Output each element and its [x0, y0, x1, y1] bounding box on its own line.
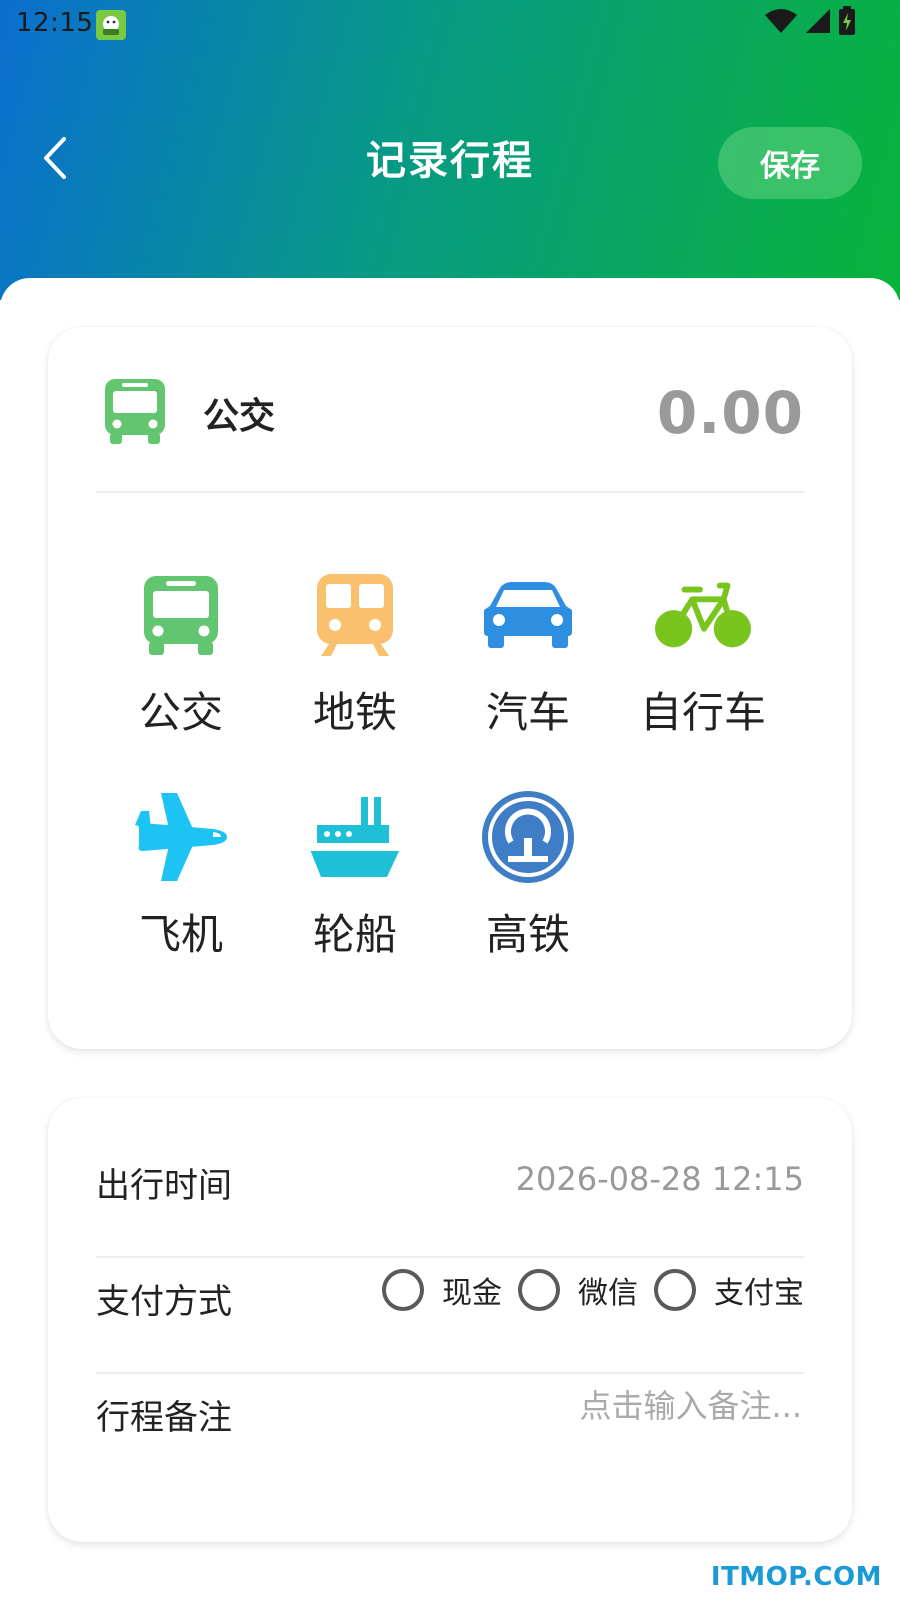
details-card: 出行时间 2026-08-28 12:15 支付方式 现金 微信 支付宝 行程备… [48, 1098, 852, 1542]
status-bar: 12:15 [0, 0, 900, 48]
payment-option-label: 微信 [578, 1276, 638, 1311]
payment-option-label: 现金 [442, 1276, 502, 1311]
note-row: 行程备注 [96, 1354, 804, 1470]
mode-label: 飞机 [138, 910, 223, 959]
mode-label: 自行车 [639, 688, 766, 737]
mode-label: 轮船 [312, 910, 397, 959]
selected-mode-label: 公交 [203, 396, 276, 437]
travel-time-value[interactable]: 2026-08-28 12:15 [516, 1160, 804, 1198]
mode-subway[interactable]: 地铁 [275, 567, 435, 757]
mode-bus[interactable]: 公交 [101, 567, 261, 757]
payment-options: 现金 微信 支付宝 [366, 1268, 804, 1312]
mode-airplane[interactable]: 飞机 [101, 789, 261, 979]
mode-high-speed-rail[interactable]: 高铁 [448, 789, 608, 979]
mode-car[interactable]: 汽车 [448, 567, 608, 757]
payment-option-cash[interactable]: 现金 [382, 1268, 502, 1312]
header: 12:15 记录行程 保存 [0, 0, 900, 300]
ship-icon [307, 789, 403, 885]
mode-label: 公交 [138, 688, 223, 737]
radio-button[interactable] [382, 1269, 424, 1311]
battery-icon [838, 6, 856, 40]
bicycle-icon [655, 567, 751, 663]
payment-row: 支付方式 现金 微信 支付宝 [96, 1238, 804, 1354]
mode-ship[interactable]: 轮船 [275, 789, 435, 979]
payment-option-wechat[interactable]: 微信 [518, 1268, 638, 1312]
bus-icon [133, 567, 229, 663]
wifi-icon [764, 7, 798, 39]
note-input[interactable] [440, 1386, 804, 1426]
car-icon [480, 567, 576, 663]
note-label: 行程备注 [96, 1398, 232, 1438]
app-notification-icon [96, 10, 126, 40]
subway-icon [307, 567, 403, 663]
radio-button[interactable] [654, 1269, 696, 1311]
radio-button[interactable] [518, 1269, 560, 1311]
status-icons [764, 6, 856, 40]
travel-time-label: 出行时间 [96, 1166, 232, 1206]
mode-label: 高铁 [485, 910, 570, 959]
status-time: 12:15 [16, 8, 94, 38]
transport-card: 公交 0.00 公交 地铁 汽车 自行车 飞机 轮船 高铁 [48, 327, 852, 1049]
high-speed-rail-icon [480, 789, 576, 885]
amount-display[interactable]: 0.00 [657, 379, 804, 447]
divider [96, 491, 804, 493]
travel-time-row[interactable]: 出行时间 2026-08-28 12:15 [96, 1122, 804, 1238]
payment-option-label: 支付宝 [714, 1276, 804, 1311]
payment-option-alipay[interactable]: 支付宝 [654, 1268, 804, 1312]
payment-label: 支付方式 [96, 1282, 232, 1322]
selected-bus-icon [102, 377, 168, 445]
signal-icon [804, 7, 832, 39]
mode-label: 汽车 [485, 688, 570, 737]
watermark: ITMOP.COM [710, 1562, 882, 1592]
mode-bicycle[interactable]: 自行车 [623, 567, 783, 757]
save-button[interactable]: 保存 [718, 127, 862, 199]
mode-label: 地铁 [312, 688, 397, 737]
airplane-icon [133, 789, 229, 885]
